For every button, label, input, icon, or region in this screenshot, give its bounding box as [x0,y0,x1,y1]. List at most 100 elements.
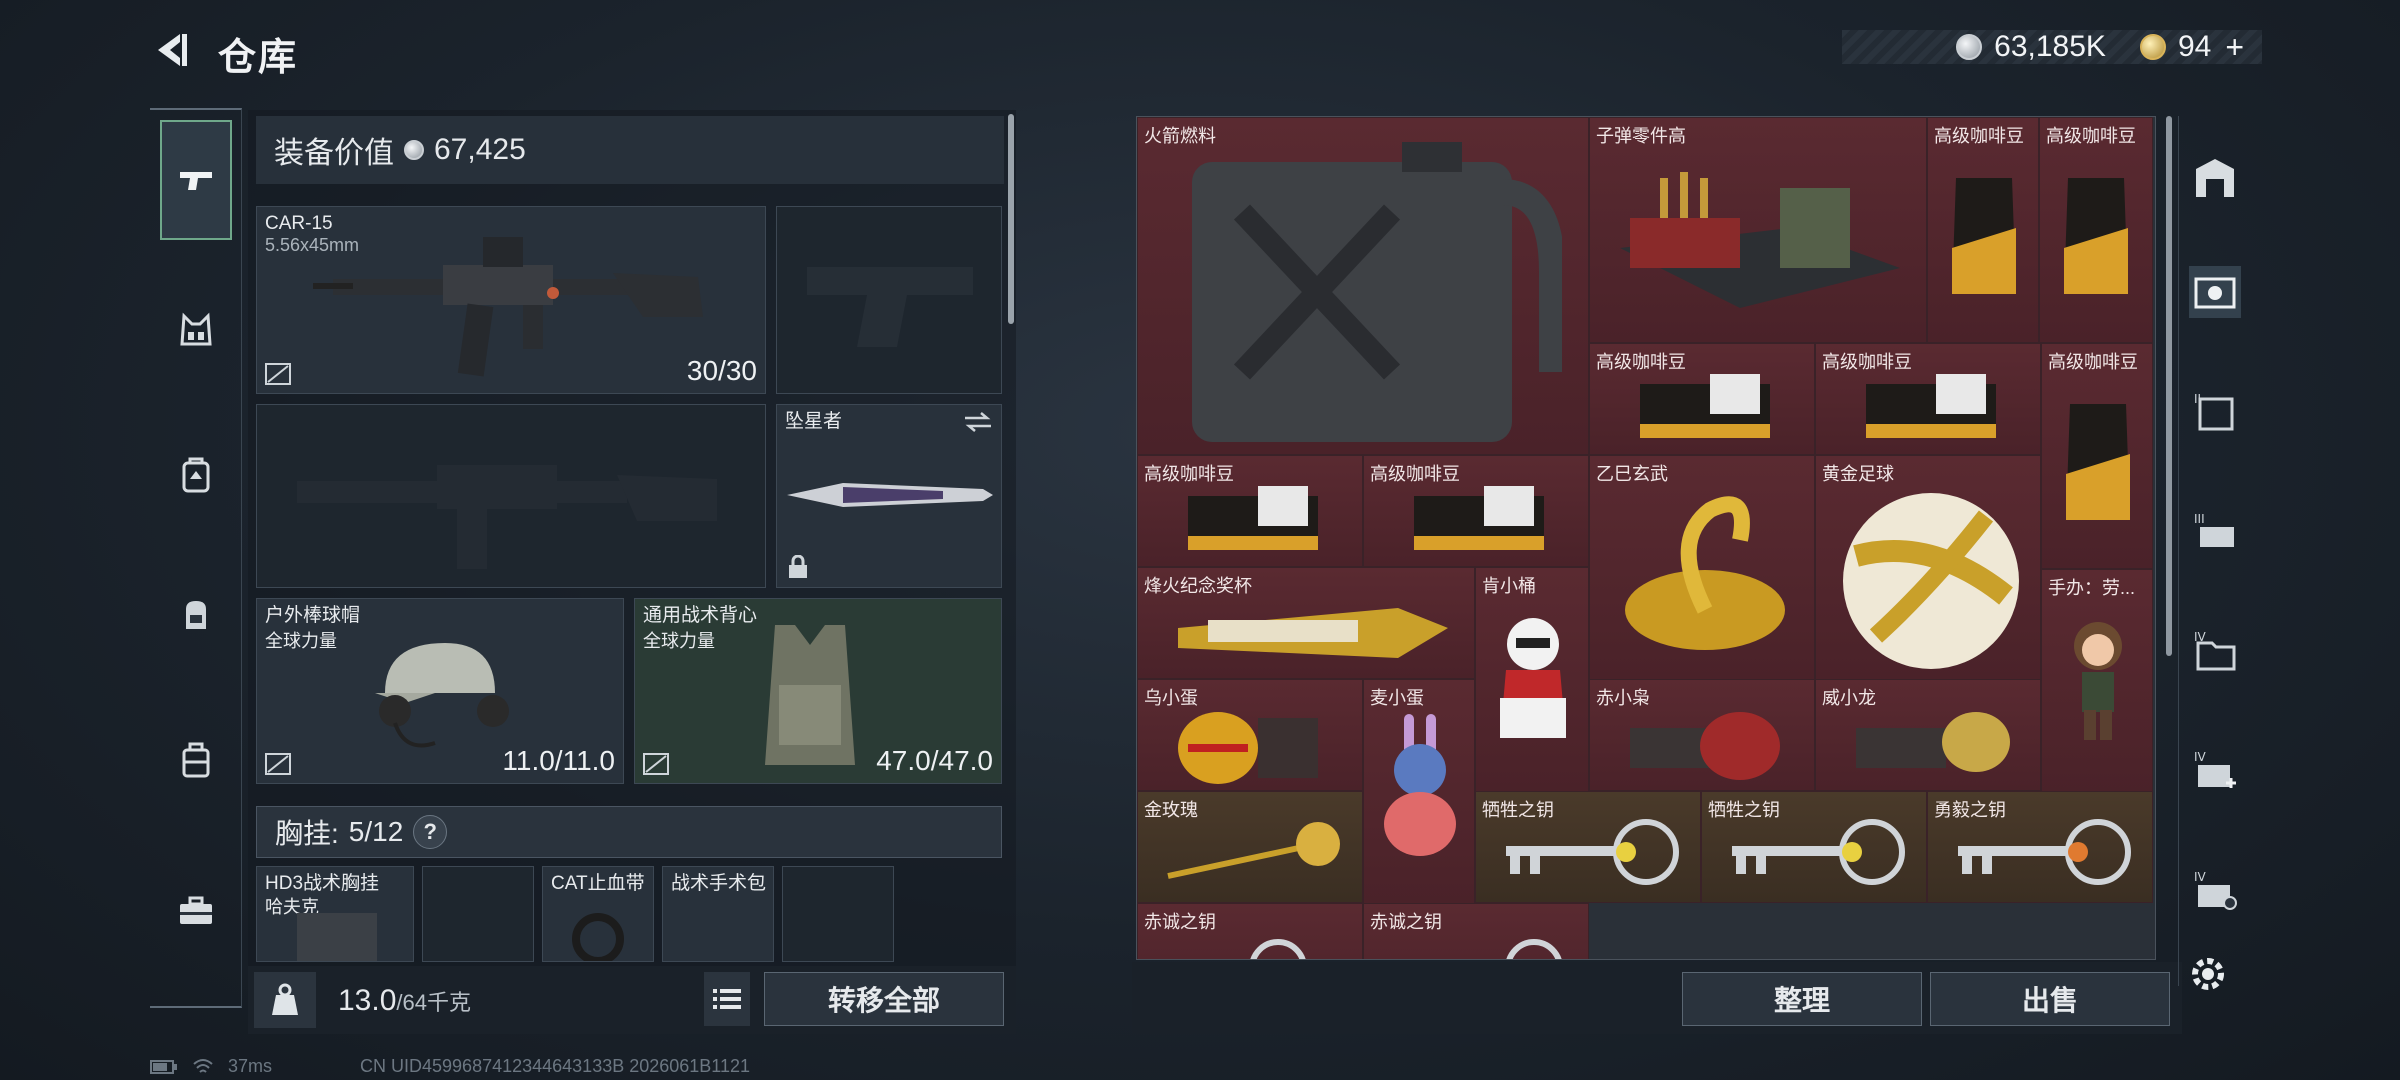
cap-icon [375,643,509,748]
page-title: 仓库 [218,37,299,79]
storage-item[interactable]: 烽火纪念奖杯 [1137,567,1475,679]
rig-item-name: CAT止血带 [551,873,645,894]
tier-iv-folder-icon: IV [2194,630,2236,671]
storage-item[interactable]: 金玫瑰 [1137,791,1363,903]
figure-bucket-icon [1500,618,1566,738]
rig-item-slot[interactable]: CAT止血带 [542,866,654,962]
item-label: 高级咖啡豆 [2048,352,2138,372]
storage-item[interactable]: 乌小蛋 [1137,679,1363,791]
storage-scrollbar[interactable] [2166,116,2172,656]
storage-item[interactable]: 高级咖啡豆 [2039,117,2153,343]
storage-item[interactable]: 高级咖啡豆 [2041,343,2153,569]
chest-rig-capacity: 5/12 [348,816,404,847]
battery-icon [150,1059,177,1074]
rail-tier-iv-c[interactable]: IV [2189,866,2241,918]
rail-backpack[interactable] [160,415,232,535]
sidearm-slot[interactable] [776,206,1002,394]
armor-maker: 全球力量 [643,631,715,651]
rail-tier-iii[interactable]: III [2189,506,2241,558]
svg-text:IV: IV [2194,870,2207,884]
rig-item-slot[interactable]: 战术手术包 [662,866,774,962]
help-button[interactable]: ? [413,815,448,849]
storage-item[interactable]: 威小龙 [1815,679,2041,791]
rail-chest-rig[interactable] [160,270,232,390]
ammo-crate-icon [1620,172,1900,308]
coffee-box-icon [1640,374,1770,438]
rail-weapons[interactable] [160,120,232,240]
tier-iv-add-icon: IV [2194,750,2236,788]
bunny-egg-icon [1384,714,1456,856]
rail-tier-ii[interactable]: II [2189,386,2241,438]
rail-tier-iv-a[interactable]: IV [2189,626,2241,678]
rail-tier-iv-b[interactable]: IV [2189,746,2241,798]
key-icon [1958,819,2131,885]
figure-icon [2074,622,2122,740]
rig-item-name: 战术手术包 [671,873,767,894]
storage-item[interactable]: 赤诚之钥 [1137,903,1363,959]
svg-text:II: II [2194,392,2201,406]
silver-coin-icon [1956,34,1983,60]
swap-icon[interactable] [963,411,993,433]
rail-vault[interactable] [2189,152,2241,204]
storage-item[interactable]: 高级咖啡豆 [1589,343,1815,455]
storage-item[interactable]: 牺牲之钥 [1475,791,1701,903]
settings-gear-icon[interactable] [2186,952,2230,996]
storage-item[interactable]: 黄金足球 [1815,455,2041,681]
add-currency-button[interactable]: + [2225,29,2244,66]
rifle-icon [313,237,703,377]
rig-pocket-slot[interactable] [782,866,894,962]
storage-grid: 火箭燃料 子弹零件高 高级咖啡豆 高级咖啡豆 高级咖啡豆 高级咖啡豆 高级咖啡豆… [1136,116,2156,960]
weight-indicator [254,972,316,1028]
equipment-value: 67,425 [434,133,526,166]
storage-item[interactable]: 乙巳玄武 [1589,455,1815,681]
armor-slot[interactable]: 通用战术背心 全球力量 47.0/47.0 [634,598,1002,784]
rig-item-slot[interactable]: HD3战术胸挂 哈夫克 [256,866,414,962]
vest-icon [765,625,855,765]
storage-item[interactable]: 勇毅之钥 [1927,791,2153,903]
storage-item[interactable]: 手办：劳... [2041,569,2153,795]
loadout-scrollbar[interactable] [1008,114,1014,324]
storage-item[interactable]: 高级咖啡豆 [1927,117,2039,343]
case-icon [182,742,210,778]
key-icon [1506,819,1679,885]
melee-slot[interactable]: 坠星者 [776,404,1002,588]
item-label: 手办：劳... [2048,578,2136,598]
helmet-slot[interactable]: 户外棒球帽 全球力量 11.0/11.0 [256,598,624,784]
rail-storage-crate[interactable] [2189,266,2241,318]
pistol-silhouette-icon [807,267,973,347]
rail-toolbox[interactable] [160,850,232,970]
gold-turtle-statue-icon [1625,496,1785,650]
rig-item-name: HD3战术胸挂 [265,873,380,894]
sell-button[interactable]: 出售 [1930,972,2170,1026]
gold-coin-icon [2139,34,2166,60]
list-view-button[interactable] [704,972,750,1026]
secondary-weapon-slot[interactable] [256,404,766,588]
transfer-all-button[interactable]: 转移全部 [764,972,1004,1026]
durability-icon [265,753,291,775]
storage-item[interactable]: 高级咖啡豆 [1815,343,2041,455]
storage-item[interactable]: 火箭燃料 [1137,117,1589,455]
storage-item[interactable]: 高级咖啡豆 [1137,455,1363,567]
rail-case[interactable] [160,700,232,820]
rail-pouch[interactable] [160,555,232,675]
back-icon[interactable] [150,28,194,72]
storage-item[interactable]: 赤小枭 [1589,679,1815,791]
storage-item[interactable]: 牺牲之钥 [1701,791,1927,903]
helmet-name: 户外棒球帽 [265,605,361,626]
pistol-icon [180,172,212,190]
toolbox-icon [180,896,212,924]
chest-rig-item-icon [297,913,377,961]
status-bar: 37ms CN UID4599687412344643133B 2026061B… [150,1056,750,1077]
key-icon [1506,939,1562,959]
storage-item[interactable]: 肯小桶 [1475,567,1589,793]
storage-item[interactable]: 麦小蛋 [1363,679,1475,905]
svg-text:IV: IV [2194,630,2207,644]
storage-item[interactable]: 赤诚之钥 [1363,903,1589,959]
primary-weapon-slot[interactable]: CAR-15 5.56x45mm 30/30 [256,206,766,394]
storage-item[interactable]: 高级咖啡豆 [1363,455,1589,567]
rig-pocket-slot[interactable] [422,866,534,962]
sort-button[interactable]: 整理 [1682,972,1922,1026]
ammo-count: 30/30 [686,355,757,386]
storage-item[interactable]: 子弹零件高 [1589,117,1927,343]
pouch-icon [186,601,206,629]
